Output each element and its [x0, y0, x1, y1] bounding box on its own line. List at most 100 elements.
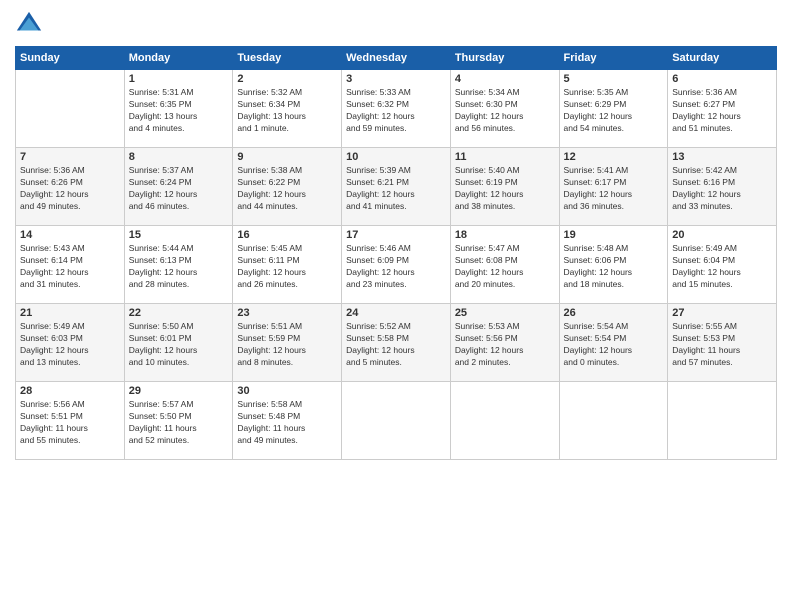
day-number: 7 — [20, 151, 120, 163]
week-row-3: 21 Sunrise: 5:49 AMSunset: 6:03 PMDayligh… — [16, 304, 777, 382]
day-number: 8 — [129, 151, 229, 163]
week-row-4: 28Sunrise: 5:56 AMSunset: 5:51 PMDayligh… — [16, 382, 777, 460]
logo-icon — [15, 10, 43, 38]
calendar-cell: 14 Sunrise: 5:43 AMSunset: 6:14 PMDayligh… — [16, 226, 125, 304]
week-row-2: 14 Sunrise: 5:43 AMSunset: 6:14 PMDayligh… — [16, 226, 777, 304]
page: SundayMondayTuesdayWednesdayThursdayFrid… — [0, 0, 792, 612]
calendar-cell: 18Sunrise: 5:47 AMSunset: 6:08 PMDayligh… — [450, 226, 559, 304]
cell-content: Sunrise: 5:51 AMSunset: 5:59 PMDaylight:… — [237, 321, 337, 369]
logo — [15, 10, 47, 38]
header-cell-friday: Friday — [559, 47, 668, 70]
cell-content: Sunrise: 5:33 AMSunset: 6:32 PMDaylight:… — [346, 87, 446, 135]
day-number: 16 — [237, 229, 337, 241]
day-number: 25 — [455, 307, 555, 319]
cell-content: Sunrise: 5:43 AMSunset: 6:14 PMDaylight:… — [20, 243, 120, 291]
calendar-cell: 3 Sunrise: 5:33 AMSunset: 6:32 PMDaylight… — [342, 70, 451, 148]
day-number: 21 — [20, 307, 120, 319]
day-number: 17 — [346, 229, 446, 241]
cell-content: Sunrise: 5:50 AMSunset: 6:01 PMDaylight:… — [129, 321, 229, 369]
calendar-cell: 12 Sunrise: 5:41 AMSunset: 6:17 PMDayligh… — [559, 148, 668, 226]
cell-content: Sunrise: 5:49 AMSunset: 6:03 PMDaylight:… — [20, 321, 120, 369]
cell-content: Sunrise: 5:45 AMSunset: 6:11 PMDaylight:… — [237, 243, 337, 291]
day-number: 26 — [564, 307, 664, 319]
day-number: 3 — [346, 73, 446, 85]
calendar-cell: 16 Sunrise: 5:45 AMSunset: 6:11 PMDayligh… — [233, 226, 342, 304]
day-number: 15 — [129, 229, 229, 241]
day-number: 9 — [237, 151, 337, 163]
cell-content: Sunrise: 5:48 AMSunset: 6:06 PMDaylight:… — [564, 243, 664, 291]
day-number: 12 — [564, 151, 664, 163]
calendar-cell: 23 Sunrise: 5:51 AMSunset: 5:59 PMDayligh… — [233, 304, 342, 382]
header-row: SundayMondayTuesdayWednesdayThursdayFrid… — [16, 47, 777, 70]
calendar-cell: 17 Sunrise: 5:46 AMSunset: 6:09 PMDayligh… — [342, 226, 451, 304]
calendar-cell: 26Sunrise: 5:54 AMSunset: 5:54 PMDayligh… — [559, 304, 668, 382]
calendar-cell: 22 Sunrise: 5:50 AMSunset: 6:01 PMDayligh… — [124, 304, 233, 382]
header-cell-saturday: Saturday — [668, 47, 777, 70]
calendar-cell — [450, 382, 559, 460]
day-number: 13 — [672, 151, 772, 163]
cell-content: Sunrise: 5:41 AMSunset: 6:17 PMDaylight:… — [564, 165, 664, 213]
calendar-cell — [668, 382, 777, 460]
week-row-1: 7 Sunrise: 5:36 AMSunset: 6:26 PMDaylight… — [16, 148, 777, 226]
header-cell-monday: Monday — [124, 47, 233, 70]
calendar-cell: 15 Sunrise: 5:44 AMSunset: 6:13 PMDayligh… — [124, 226, 233, 304]
calendar-cell: 1 Sunrise: 5:31 AMSunset: 6:35 PMDaylight… — [124, 70, 233, 148]
calendar-cell: 11 Sunrise: 5:40 AMSunset: 6:19 PMDayligh… — [450, 148, 559, 226]
calendar-cell: 10 Sunrise: 5:39 AMSunset: 6:21 PMDayligh… — [342, 148, 451, 226]
cell-content: Sunrise: 5:31 AMSunset: 6:35 PMDaylight:… — [129, 87, 229, 135]
calendar-cell — [559, 382, 668, 460]
calendar-cell: 6Sunrise: 5:36 AMSunset: 6:27 PMDaylight… — [668, 70, 777, 148]
calendar-cell: 25 Sunrise: 5:53 AMSunset: 5:56 PMDayligh… — [450, 304, 559, 382]
week-row-0: 1 Sunrise: 5:31 AMSunset: 6:35 PMDaylight… — [16, 70, 777, 148]
day-number: 6 — [672, 73, 772, 85]
day-number: 22 — [129, 307, 229, 319]
header — [15, 10, 777, 38]
calendar-cell: 9 Sunrise: 5:38 AMSunset: 6:22 PMDaylight… — [233, 148, 342, 226]
day-number: 5 — [564, 73, 664, 85]
day-number: 2 — [237, 73, 337, 85]
day-number: 23 — [237, 307, 337, 319]
calendar-cell: 24 Sunrise: 5:52 AMSunset: 5:58 PMDayligh… — [342, 304, 451, 382]
header-cell-tuesday: Tuesday — [233, 47, 342, 70]
day-number: 10 — [346, 151, 446, 163]
calendar-cell: 21 Sunrise: 5:49 AMSunset: 6:03 PMDayligh… — [16, 304, 125, 382]
cell-content: Sunrise: 5:47 AMSunset: 6:08 PMDaylight:… — [455, 243, 555, 291]
calendar-cell: 29Sunrise: 5:57 AMSunset: 5:50 PMDayligh… — [124, 382, 233, 460]
cell-content: Sunrise: 5:46 AMSunset: 6:09 PMDaylight:… — [346, 243, 446, 291]
cell-content: Sunrise: 5:42 AMSunset: 6:16 PMDaylight:… — [672, 165, 772, 213]
calendar-cell: 7 Sunrise: 5:36 AMSunset: 6:26 PMDaylight… — [16, 148, 125, 226]
cell-content: Sunrise: 5:34 AMSunset: 6:30 PMDaylight:… — [455, 87, 555, 135]
calendar-cell: 30Sunrise: 5:58 AMSunset: 5:48 PMDayligh… — [233, 382, 342, 460]
calendar-cell: 8 Sunrise: 5:37 AMSunset: 6:24 PMDaylight… — [124, 148, 233, 226]
cell-content: Sunrise: 5:35 AMSunset: 6:29 PMDaylight:… — [564, 87, 664, 135]
calendar-cell — [342, 382, 451, 460]
day-number: 4 — [455, 73, 555, 85]
cell-content: Sunrise: 5:44 AMSunset: 6:13 PMDaylight:… — [129, 243, 229, 291]
day-number: 28 — [20, 385, 120, 397]
header-cell-thursday: Thursday — [450, 47, 559, 70]
header-cell-wednesday: Wednesday — [342, 47, 451, 70]
calendar-cell: 27 Sunrise: 5:55 AMSunset: 5:53 PMDayligh… — [668, 304, 777, 382]
day-number: 1 — [129, 73, 229, 85]
calendar-cell: 28Sunrise: 5:56 AMSunset: 5:51 PMDayligh… — [16, 382, 125, 460]
cell-content: Sunrise: 5:52 AMSunset: 5:58 PMDaylight:… — [346, 321, 446, 369]
day-number: 24 — [346, 307, 446, 319]
day-number: 19 — [564, 229, 664, 241]
cell-content: Sunrise: 5:37 AMSunset: 6:24 PMDaylight:… — [129, 165, 229, 213]
day-number: 11 — [455, 151, 555, 163]
day-number: 27 — [672, 307, 772, 319]
cell-content: Sunrise: 5:49 AMSunset: 6:04 PMDaylight:… — [672, 243, 772, 291]
cell-content: Sunrise: 5:36 AMSunset: 6:26 PMDaylight:… — [20, 165, 120, 213]
day-number: 30 — [237, 385, 337, 397]
cell-content: Sunrise: 5:53 AMSunset: 5:56 PMDaylight:… — [455, 321, 555, 369]
cell-content: Sunrise: 5:40 AMSunset: 6:19 PMDaylight:… — [455, 165, 555, 213]
day-number: 29 — [129, 385, 229, 397]
day-number: 14 — [20, 229, 120, 241]
cell-content: Sunrise: 5:38 AMSunset: 6:22 PMDaylight:… — [237, 165, 337, 213]
calendar-table: SundayMondayTuesdayWednesdayThursdayFrid… — [15, 46, 777, 460]
calendar-cell: 2Sunrise: 5:32 AMSunset: 6:34 PMDaylight… — [233, 70, 342, 148]
calendar-cell: 19 Sunrise: 5:48 AMSunset: 6:06 PMDayligh… — [559, 226, 668, 304]
cell-content: Sunrise: 5:39 AMSunset: 6:21 PMDaylight:… — [346, 165, 446, 213]
cell-content: Sunrise: 5:55 AMSunset: 5:53 PMDaylight:… — [672, 321, 772, 369]
day-number: 20 — [672, 229, 772, 241]
